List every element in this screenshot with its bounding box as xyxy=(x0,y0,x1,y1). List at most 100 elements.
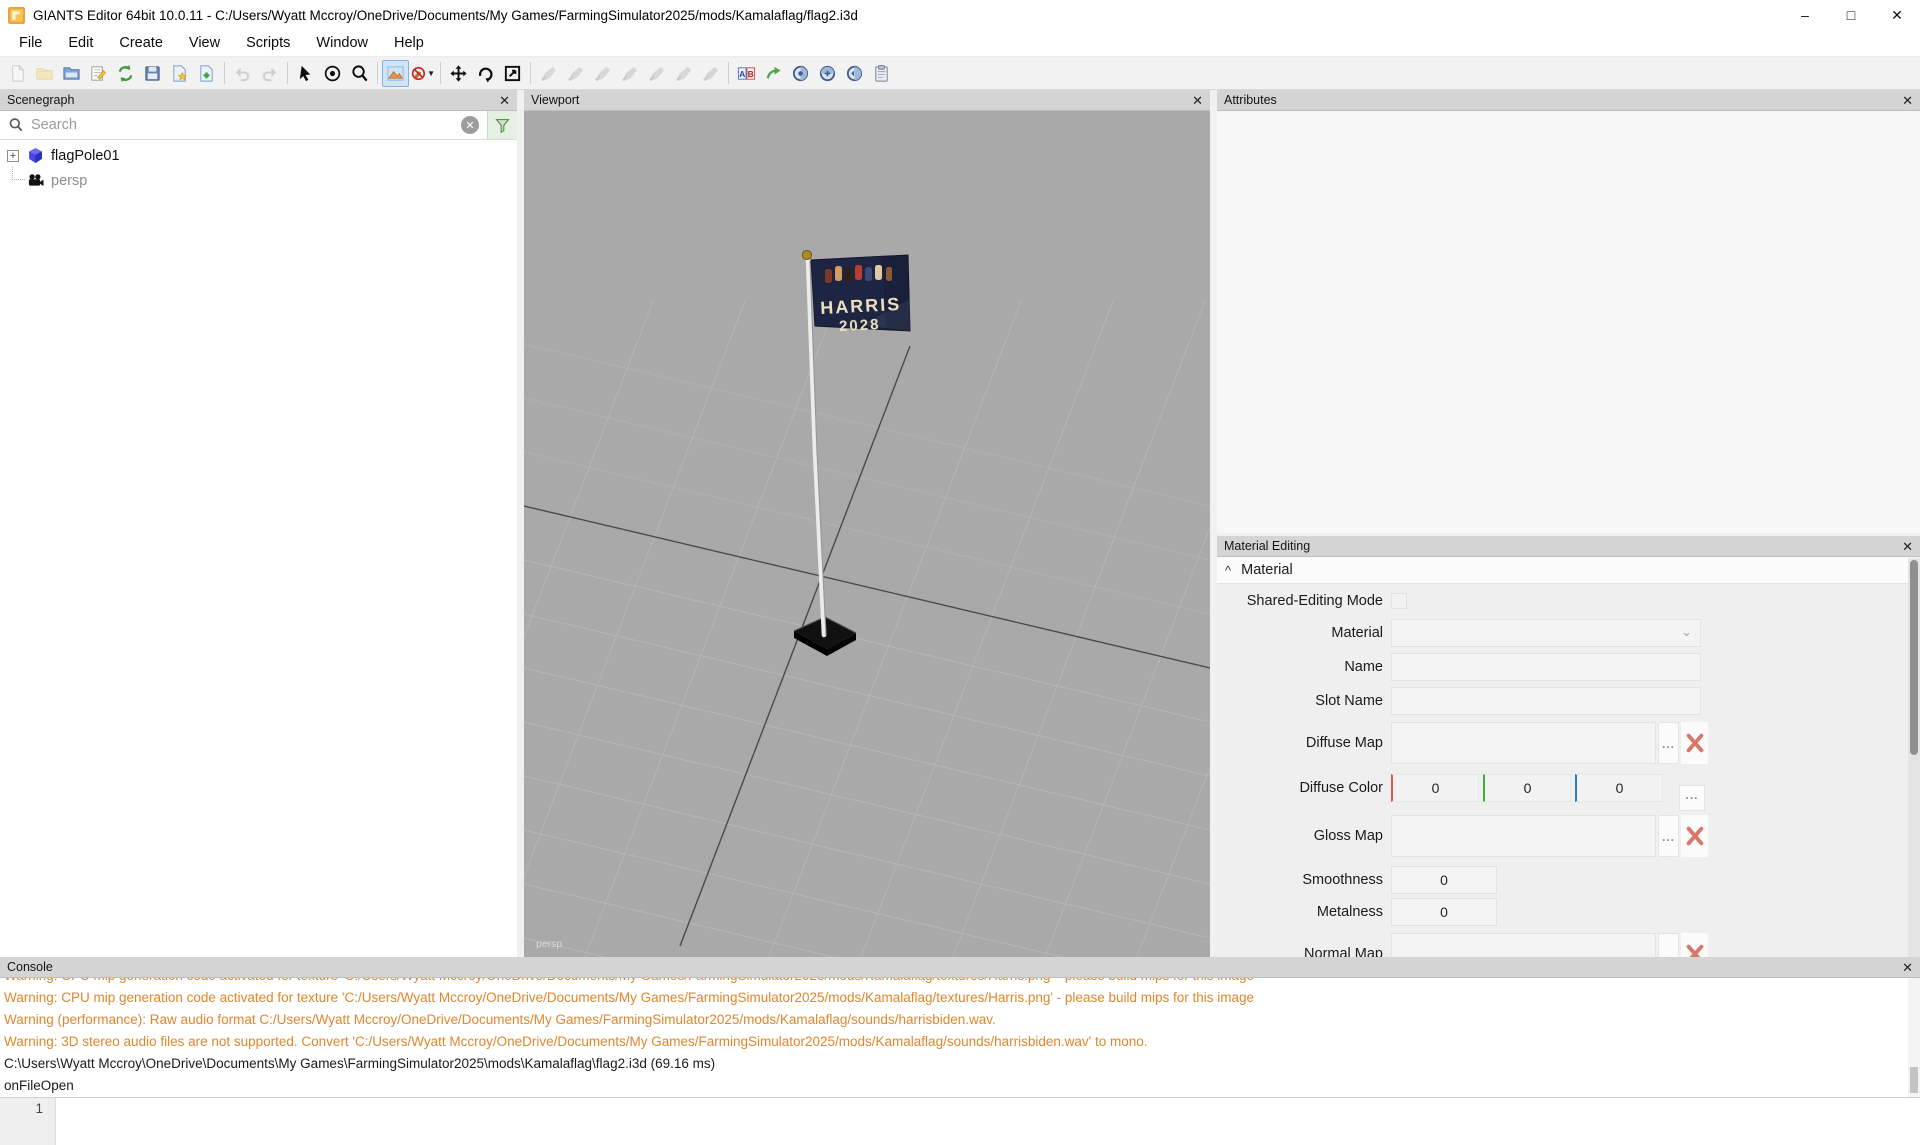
undo-button[interactable] xyxy=(229,60,256,87)
viewport-3d-canvas[interactable]: HARRIS 2028 persp xyxy=(524,111,1210,957)
harris-flag[interactable]: HARRIS 2028 xyxy=(811,255,910,336)
terrain-editing-button[interactable] xyxy=(382,60,409,87)
scenegraph-header: Scenegraph ✕ xyxy=(0,90,517,111)
toolbar-separator xyxy=(440,62,441,84)
search-clear-icon[interactable]: ✕ xyxy=(461,116,479,134)
material-scrollbar-thumb[interactable] xyxy=(1910,560,1918,755)
attributes-title: Attributes xyxy=(1224,93,1277,107)
terrain-sculpt-tool-2-button[interactable] xyxy=(562,60,589,87)
menu-file[interactable]: File xyxy=(6,30,55,56)
menu-help[interactable]: Help xyxy=(381,30,437,56)
gloss-map-field[interactable] xyxy=(1391,815,1656,857)
menu-view[interactable]: View xyxy=(176,30,233,56)
material-scrollbar[interactable] xyxy=(1908,558,1920,957)
diffuse-map-browse-button[interactable]: ... xyxy=(1658,722,1679,764)
reload-file-button[interactable] xyxy=(112,60,139,87)
attributes-panel: Attributes ✕ xyxy=(1217,90,1920,533)
console-close-icon[interactable]: ✕ xyxy=(1902,961,1913,974)
scale-tool-button[interactable] xyxy=(499,60,526,87)
scenegraph-item-persp[interactable]: persp xyxy=(0,168,517,193)
visibility-toggle-button[interactable] xyxy=(319,60,346,87)
terrain-sculpt-tool-4-button[interactable] xyxy=(616,60,643,87)
menu-scripts[interactable]: Scripts xyxy=(233,30,303,56)
metalness-field[interactable]: 0 xyxy=(1391,898,1497,926)
terrain-sculpt-tool-3-button[interactable] xyxy=(589,60,616,87)
maximize-button[interactable]: □ xyxy=(1828,0,1874,30)
zoom-tool-button[interactable] xyxy=(346,60,373,87)
scenegraph-title: Scenegraph xyxy=(7,93,74,107)
new-file-button[interactable] xyxy=(4,60,31,87)
diffuse-color-b-field[interactable]: 0 xyxy=(1575,774,1663,802)
console-scrollbar[interactable] xyxy=(1908,978,1920,1097)
scenegraph-item-flagPole01[interactable]: +flagPole01 xyxy=(0,143,517,168)
refresh-button[interactable] xyxy=(760,60,787,87)
select-tool-button[interactable] xyxy=(292,60,319,87)
diffuse-map-remove-button[interactable] xyxy=(1681,722,1708,764)
material-dropdown[interactable]: ⌄ xyxy=(1391,619,1701,647)
ab-compare-button[interactable]: AB xyxy=(733,60,760,87)
reload-shaders-button[interactable] xyxy=(841,60,868,87)
paint-mode-button[interactable]: ▼ xyxy=(409,60,436,87)
edit-notepad-button[interactable] xyxy=(85,60,112,87)
attributes-header: Attributes ✕ xyxy=(1217,90,1920,111)
world-axis-x xyxy=(524,506,1210,668)
menu-create[interactable]: Create xyxy=(106,30,176,56)
console-scrollbar-thumb[interactable] xyxy=(1910,1067,1918,1093)
scenegraph-close-icon[interactable]: ✕ xyxy=(499,94,510,107)
material-editing-close-icon[interactable]: ✕ xyxy=(1902,540,1913,553)
normal-map-browse-button[interactable]: ... xyxy=(1658,933,1679,957)
console-log-area[interactable]: Warning: CPU mip generation code activat… xyxy=(0,978,1920,1097)
material-editing-title: Material Editing xyxy=(1224,539,1310,553)
name-label: Name xyxy=(1225,659,1383,675)
attributes-close-icon[interactable]: ✕ xyxy=(1902,94,1913,107)
close-button[interactable]: ✕ xyxy=(1874,0,1920,30)
panel-splitter-right[interactable] xyxy=(1210,90,1217,957)
smoothness-field[interactable]: 0 xyxy=(1391,866,1497,894)
reload-materials-button[interactable] xyxy=(814,60,841,87)
normal-map-field[interactable] xyxy=(1391,933,1656,957)
viewport-close-icon[interactable]: ✕ xyxy=(1192,94,1203,107)
collapse-caret-icon: ^ xyxy=(1225,563,1231,578)
expand-toggle-icon[interactable]: + xyxy=(7,150,19,162)
menu-edit[interactable]: Edit xyxy=(55,30,106,56)
normal-map-remove-button[interactable] xyxy=(1681,933,1708,957)
translate-tool-button[interactable] xyxy=(445,60,472,87)
diffuse-color-r-field[interactable]: 0 xyxy=(1391,774,1479,802)
slot-name-field[interactable] xyxy=(1391,687,1701,715)
reload-textures-button[interactable] xyxy=(787,60,814,87)
toolbar-separator xyxy=(728,62,729,84)
terrain-sculpt-tool-6-button[interactable] xyxy=(670,60,697,87)
ground-grid xyxy=(524,301,1210,957)
import-button[interactable] xyxy=(193,60,220,87)
search-filter-button[interactable] xyxy=(487,111,517,139)
save-button[interactable] xyxy=(139,60,166,87)
search-input[interactable] xyxy=(31,111,461,139)
paste-button[interactable] xyxy=(868,60,895,87)
rotate-tool-button[interactable] xyxy=(472,60,499,87)
dropdown-caret-icon[interactable]: ▼ xyxy=(427,69,435,78)
diffuse-color-g-field[interactable]: 0 xyxy=(1483,774,1571,802)
shared-editing-mode-checkbox[interactable] xyxy=(1391,593,1407,609)
script-input-field[interactable] xyxy=(56,1098,1920,1145)
window-title: GIANTS Editor 64bit 10.0.11 - C:/Users/W… xyxy=(33,8,858,23)
open-file-button[interactable] xyxy=(31,60,58,87)
material-section-header[interactable]: ^ Material xyxy=(1217,557,1920,584)
terrain-sculpt-tool-7-button[interactable] xyxy=(697,60,724,87)
redo-button[interactable] xyxy=(256,60,283,87)
menu-window[interactable]: Window xyxy=(303,30,381,56)
minimize-button[interactable]: – xyxy=(1782,0,1828,30)
panel-splitter-left[interactable] xyxy=(517,90,524,957)
name-field[interactable] xyxy=(1391,653,1701,681)
gloss-map-browse-button[interactable]: ... xyxy=(1658,815,1679,857)
terrain-sculpt-tool-1-button[interactable] xyxy=(535,60,562,87)
diffuse-color-picker-button[interactable]: ... xyxy=(1679,785,1705,811)
terrain-sculpt-tool-5-button[interactable] xyxy=(643,60,670,87)
diffuse-map-field[interactable] xyxy=(1391,722,1656,764)
gloss-map-remove-button[interactable] xyxy=(1681,815,1708,857)
flag-text-line2: 2028 xyxy=(839,316,881,335)
open-folder-button[interactable] xyxy=(58,60,85,87)
save-as-button[interactable] xyxy=(166,60,193,87)
remove-x-icon xyxy=(1684,825,1706,847)
slot-name-label: Slot Name xyxy=(1225,693,1383,709)
pole-finial-ball xyxy=(802,250,811,259)
